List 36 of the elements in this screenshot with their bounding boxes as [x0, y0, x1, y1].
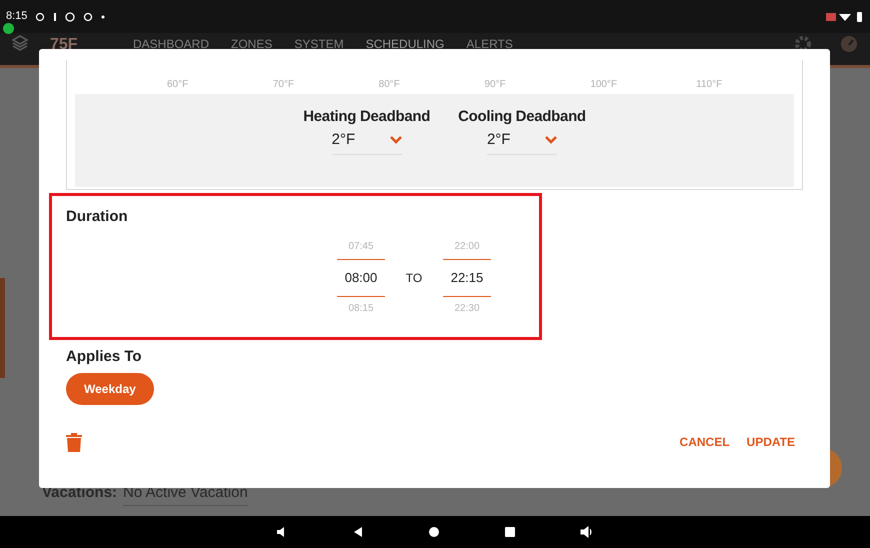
dialog-action-button[interactable]: CANCEL	[680, 433, 730, 451]
dot-icon	[101, 14, 106, 18]
section-title: Duration	[66, 207, 129, 227]
recents-icon[interactable]	[504, 526, 516, 538]
time-value[interactable]: 22:15	[450, 260, 484, 296]
deadband-dropdown[interactable]: 2°F	[332, 128, 402, 155]
home-icon[interactable]	[428, 526, 440, 538]
vacations-label: Vacations:	[42, 483, 118, 503]
section-title: Applies To	[66, 347, 143, 367]
nav-tab[interactable]: ALERTS	[466, 38, 513, 51]
time-value[interactable]: 08:00	[344, 260, 378, 296]
scale-label: 70°F	[272, 78, 296, 92]
scale-label: 60°F	[167, 78, 190, 92]
back-icon[interactable]	[352, 526, 364, 538]
nav-tab[interactable]: ZONES	[231, 38, 272, 51]
scale-label: 110°F	[696, 78, 724, 92]
status-time: 8:15	[6, 9, 28, 24]
scale-label: 90°F	[484, 78, 507, 92]
chevron-down-icon	[544, 136, 557, 144]
app-logo: 75F	[50, 35, 79, 55]
dialog-action-button[interactable]: UPDATE	[746, 433, 795, 451]
deadband-dropdown[interactable]: 2°F	[486, 128, 557, 155]
separator-label: TO	[404, 270, 424, 286]
deadband-label: Cooling Deadband	[458, 107, 586, 127]
delete-icon[interactable]	[66, 432, 82, 452]
nav-tab[interactable]: DASHBOARD	[133, 38, 210, 51]
deadband-label: Heating Deadband	[303, 107, 430, 127]
system-icons	[826, 12, 864, 22]
nav-tab[interactable]: SYSTEM	[294, 38, 344, 51]
nav-tab[interactable]: SCHEDULING	[366, 38, 444, 51]
day-chip[interactable]: Weekday	[66, 372, 154, 404]
scale-label: 80°F	[378, 78, 401, 92]
layers-icon[interactable]	[12, 35, 28, 51]
scale-label: 100°F	[590, 78, 618, 92]
volume-up-icon[interactable]	[580, 526, 594, 538]
chevron-down-icon	[390, 136, 402, 144]
